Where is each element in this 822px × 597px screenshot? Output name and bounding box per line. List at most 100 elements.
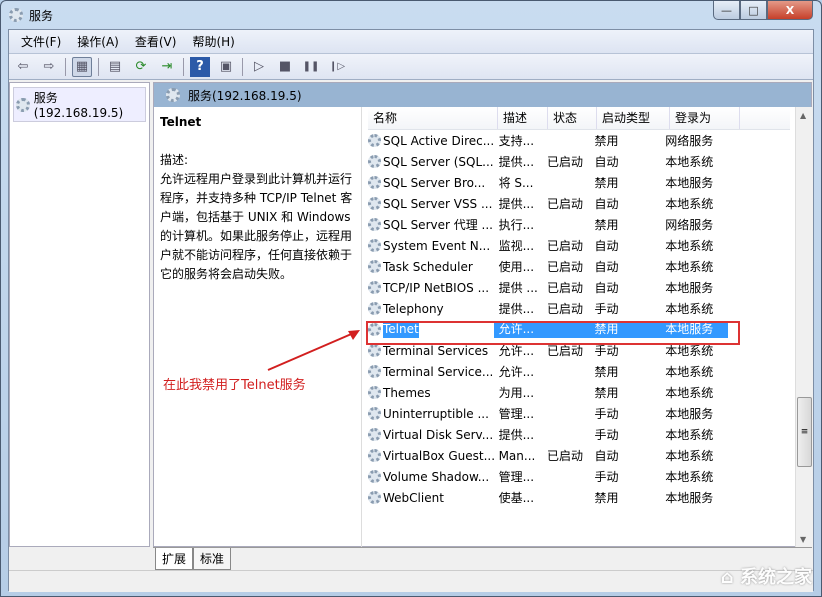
table-row[interactable]: System Event N...监视...已启动自动本地系统 <box>368 235 728 256</box>
service-name-cell: Virtual Disk Serv... <box>368 428 494 442</box>
description-label: 描述: <box>160 151 355 170</box>
table-row[interactable]: VirtualBox Guest...Man...已启动自动本地系统 <box>368 445 728 466</box>
service-gear-icon <box>368 155 381 168</box>
service-name-cell: Volume Shadow... <box>368 470 494 484</box>
services-gear-icon <box>9 8 23 22</box>
service-name-cell: TCP/IP NetBIOS ... <box>368 281 494 295</box>
table-row[interactable]: TCP/IP NetBIOS ...提供 ...已启动自动本地服务 <box>368 277 728 298</box>
service-log-on-as-cell: 本地系统 <box>660 447 728 464</box>
table-row[interactable]: SQL Server Bro...将 S...禁用本地服务 <box>368 172 728 193</box>
table-row[interactable]: SQL Active Direc...支持...禁用网络服务 <box>368 130 728 151</box>
table-row[interactable]: SQL Server VSS ...提供...已启动自动本地系统 <box>368 193 728 214</box>
service-name-cell: SQL Server Bro... <box>368 176 494 190</box>
service-name-cell: VirtualBox Guest... <box>368 449 494 463</box>
tree-node-services[interactable]: 服务(192.168.19.5) <box>13 87 146 122</box>
service-status-cell: 已启动 <box>542 258 590 275</box>
service-name-cell: Terminal Service... <box>368 365 494 379</box>
service-startup-type-cell: 禁用 <box>590 384 661 401</box>
scroll-up-icon[interactable]: ▲ <box>800 111 806 120</box>
service-startup-type-cell: 自动 <box>590 153 661 170</box>
service-description-cell: 为用... <box>494 384 542 401</box>
list-body: SQL Active Direc...支持...禁用网络服务SQL Server… <box>364 130 813 508</box>
scroll-thumb[interactable]: ≡ <box>797 397 812 467</box>
service-status-cell: 已启动 <box>542 300 590 317</box>
menu-file[interactable]: 文件(F) <box>13 33 69 50</box>
show-console-tree-icon[interactable]: ▦ <box>72 57 92 77</box>
services-gear-icon <box>16 98 30 112</box>
table-row[interactable]: Uninterruptible ...管理...手动本地服务 <box>368 403 728 424</box>
maximize-button[interactable]: □ <box>740 1 767 20</box>
table-row[interactable]: Themes为用... 禁用本地系统 <box>368 382 728 403</box>
service-startup-type-cell: 禁用 <box>590 216 661 233</box>
service-log-on-as-cell: 网络服务 <box>660 132 728 149</box>
table-row[interactable]: Task Scheduler使用...已启动自动本地系统 <box>368 256 728 277</box>
column-startup-type[interactable]: 启动类型 <box>597 107 670 129</box>
service-gear-icon <box>368 281 381 294</box>
view-tabs: 扩展 标准 <box>153 547 812 570</box>
table-row[interactable]: Terminal Service...允许...禁用本地系统 <box>368 361 728 382</box>
service-log-on-as-cell: 网络服务 <box>660 216 728 233</box>
table-row[interactable]: SQL Server (SQL...提供...已启动自动本地系统 <box>368 151 728 172</box>
forward-arrow-icon[interactable]: ⇨ <box>39 57 59 77</box>
service-gear-icon <box>368 197 381 210</box>
table-row[interactable]: Virtual Disk Serv...提供...手动本地系统 <box>368 424 728 445</box>
service-gear-icon <box>368 134 381 147</box>
service-description-cell: 将 S... <box>494 174 542 191</box>
stop-service-icon[interactable]: ■ <box>275 57 295 77</box>
export-list-icon[interactable]: ⇥ <box>157 57 177 77</box>
service-log-on-as-cell: 本地系统 <box>660 426 728 443</box>
tab-extended[interactable]: 扩展 <box>155 548 193 570</box>
help-icon[interactable]: ? <box>190 57 210 77</box>
table-row[interactable]: SQL Server 代理 ...执行...禁用网络服务 <box>368 214 728 235</box>
minimize-button[interactable]: — <box>713 1 740 20</box>
service-status-cell: 已启动 <box>542 279 590 296</box>
column-log-on-as[interactable]: 登录为 <box>670 107 740 129</box>
menu-view[interactable]: 查看(V) <box>127 33 185 50</box>
service-description-cell: 提供... <box>494 195 542 212</box>
service-startup-type-cell: 自动 <box>590 237 661 254</box>
column-name[interactable]: 名称 <box>368 107 498 129</box>
service-name: SQL Server Bro... <box>383 176 485 190</box>
selected-service-name: Telnet <box>160 113 355 132</box>
column-description[interactable]: 描述 <box>498 107 548 129</box>
menu-help[interactable]: 帮助(H) <box>184 33 242 50</box>
annotation-highlight-box <box>366 321 740 345</box>
service-log-on-as-cell: 本地系统 <box>660 384 728 401</box>
service-name-cell: SQL Server (SQL... <box>368 155 494 169</box>
service-name: Terminal Services <box>383 344 488 358</box>
service-name-cell: WebClient <box>368 491 494 505</box>
service-name: Uninterruptible ... <box>383 407 489 421</box>
pause-service-icon[interactable]: ❚❚ <box>301 57 321 77</box>
service-description-cell: 提供... <box>494 153 542 170</box>
status-bar <box>9 570 813 592</box>
service-name-cell: SQL Active Direc... <box>368 134 494 148</box>
watermark-text: 系统之家 <box>740 567 812 588</box>
table-row[interactable]: WebClient使基...禁用本地服务 <box>368 487 728 508</box>
back-arrow-icon[interactable]: ⇦ <box>13 57 33 77</box>
service-description-cell: 执行... <box>494 216 542 233</box>
table-row[interactable]: Volume Shadow...管理... 手动本地系统 <box>368 466 728 487</box>
service-gear-icon <box>368 449 381 462</box>
service-startup-type-cell: 手动 <box>590 468 661 485</box>
restart-service-icon[interactable]: ❙▷ <box>327 57 347 77</box>
service-startup-type-cell: 手动 <box>590 405 661 422</box>
refresh-icon[interactable]: ⟳ <box>131 57 151 77</box>
service-name-cell: Themes <box>368 386 494 400</box>
service-name: SQL Active Direc... <box>383 134 494 148</box>
start-service-icon[interactable]: ▷ <box>249 57 269 77</box>
close-button[interactable]: X <box>767 1 813 20</box>
service-startup-type-cell: 自动 <box>590 279 661 296</box>
tree-node-label: 服务(192.168.19.5) <box>34 89 143 120</box>
column-status[interactable]: 状态 <box>548 107 597 129</box>
menu-action[interactable]: 操作(A) <box>69 33 127 50</box>
tab-standard[interactable]: 标准 <box>193 548 231 570</box>
show-action-pane-icon[interactable]: ▣ <box>216 57 236 77</box>
service-log-on-as-cell: 本地系统 <box>660 468 728 485</box>
service-name: TCP/IP NetBIOS ... <box>383 281 489 295</box>
service-description-cell: 管理... <box>494 468 542 485</box>
table-row[interactable]: Telephony提供...已启动手动本地系统 <box>368 298 728 319</box>
console-tree: 服务(192.168.19.5) <box>9 82 150 547</box>
scroll-down-icon[interactable]: ▼ <box>800 535 806 544</box>
properties-icon[interactable]: ▤ <box>105 57 125 77</box>
vertical-scrollbar[interactable]: ▲ ≡ ▼ <box>795 107 813 548</box>
